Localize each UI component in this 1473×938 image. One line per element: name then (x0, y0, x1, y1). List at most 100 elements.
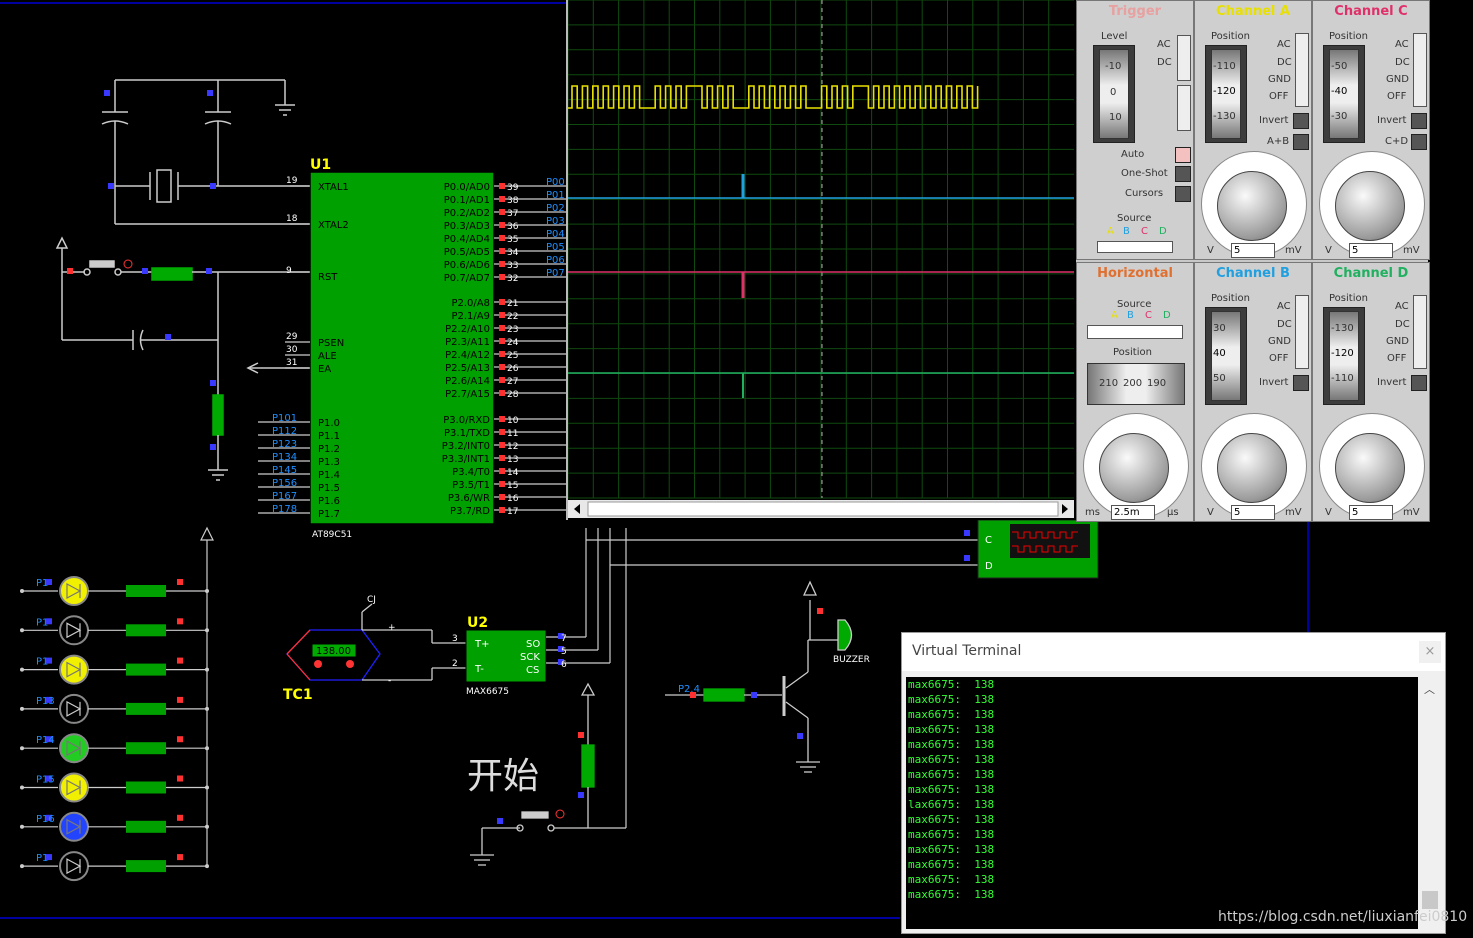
volts-div-value[interactable]: 5 (1349, 505, 1393, 520)
trigger-auto: Auto (1121, 149, 1145, 160)
virtual-terminal-window[interactable]: Virtual Terminal × max6675: 138 max6675: … (901, 632, 1446, 934)
p0-net-label: P01 (546, 190, 565, 201)
led[interactable] (59, 733, 89, 764)
led-array[interactable]: P1 P1 P1 P13 P14 P15 P16 P1 (20, 576, 209, 882)
coupling-gnd[interactable]: GND (1268, 336, 1291, 347)
terminal-titlebar[interactable]: Virtual Terminal × (902, 633, 1445, 671)
coupling-switch[interactable] (1295, 33, 1309, 107)
invert-label: Invert (1259, 115, 1289, 126)
mcu-right-pin: P3.2/INT0 (442, 441, 490, 452)
u2-pin-cs: CS (526, 665, 539, 676)
trigger-oneshot: One-Shot (1121, 168, 1168, 179)
invert-button[interactable] (1411, 113, 1427, 129)
coupling-off[interactable]: OFF (1387, 91, 1406, 102)
coupling-off[interactable]: OFF (1269, 91, 1288, 102)
coupling-ac[interactable]: AC (1277, 301, 1291, 312)
volts-div-value[interactable]: 5 (1231, 505, 1275, 520)
coupling-off[interactable]: OFF (1269, 353, 1288, 364)
channel-position-label: Position (1211, 293, 1250, 304)
thermocouple[interactable] (286, 603, 466, 681)
math-button[interactable] (1293, 134, 1309, 150)
svg-text:5: 5 (561, 647, 567, 657)
coupling-dc[interactable]: DC (1395, 319, 1410, 330)
invert-label: Invert (1377, 377, 1407, 388)
coupling-dc[interactable]: DC (1395, 57, 1410, 68)
mcu-right-pinnum: 27 (507, 377, 518, 387)
volts-div-knob[interactable] (1217, 433, 1287, 503)
coupling-gnd[interactable]: GND (1386, 74, 1409, 85)
channel-a-section[interactable]: Channel A Position -110 -120 -130 AC DC … (1194, 0, 1312, 260)
auto-button[interactable] (1175, 147, 1191, 163)
scroll-up-icon[interactable]: ︿ (1424, 681, 1435, 697)
math-button[interactable] (1411, 134, 1427, 150)
coupling-dc[interactable]: DC (1277, 319, 1292, 330)
start-label: 开始 (467, 756, 539, 797)
close-icon[interactable]: × (1419, 641, 1441, 663)
horizontal-source-slider[interactable] (1087, 325, 1183, 339)
mcu-left-pin: EA (318, 364, 331, 375)
led[interactable] (59, 851, 89, 882)
coupling-gnd[interactable]: GND (1268, 74, 1291, 85)
mcu-right-pin: P0.7/AD7 (444, 273, 490, 284)
invert-button[interactable] (1411, 375, 1427, 391)
volts-div-value[interactable]: 5 (1349, 243, 1393, 258)
terminal-line: max6675: 138 (908, 738, 995, 751)
coupling-switch[interactable] (1413, 295, 1427, 369)
mcu-left-pin: RST (318, 272, 338, 283)
channel-c-section[interactable]: Channel C Position -50 -40 -30 AC DC GND… (1312, 0, 1430, 260)
buzzer-circuit[interactable] (665, 580, 853, 773)
volts-div-knob[interactable] (1335, 433, 1405, 503)
mcu-right-pinnum: 34 (507, 248, 519, 258)
mcu-right-pin: P0.5/AD5 (444, 247, 490, 258)
invert-button[interactable] (1293, 113, 1309, 129)
trigger-edge-switch[interactable] (1177, 85, 1191, 131)
invert-label: Invert (1377, 115, 1407, 126)
coupling-ac[interactable]: AC (1277, 39, 1291, 50)
tc-plus-label: + (388, 623, 396, 633)
oscilloscope-panel[interactable]: Trigger Level -10 0 10 AC DC Auto One-Sh… (1076, 0, 1430, 522)
crystal-circuit[interactable] (101, 79, 310, 225)
logic-probe[interactable] (977, 519, 1099, 579)
oscilloscope-screen[interactable] (566, 0, 1078, 520)
trigger-ac[interactable]: AC (1157, 39, 1171, 50)
led-net-label: P1 (36, 657, 48, 668)
volts-div-value[interactable]: 5 (1231, 243, 1275, 258)
horizontal-section[interactable]: Horizontal Source A B C D Position 210 2… (1076, 262, 1194, 522)
coupling-off[interactable]: OFF (1387, 353, 1406, 364)
tc-value: 138.00 (316, 646, 351, 657)
timebase-knob[interactable] (1099, 433, 1169, 503)
trigger-source-slider[interactable] (1097, 241, 1173, 253)
coupling-gnd[interactable]: GND (1386, 336, 1409, 347)
coupling-ac[interactable]: AC (1395, 301, 1409, 312)
coupling-switch[interactable] (1295, 295, 1309, 369)
trigger-dc[interactable]: DC (1157, 57, 1172, 68)
coupling-dc[interactable]: DC (1277, 57, 1292, 68)
channel-d-section[interactable]: Channel D Position -130 -120 -110 AC DC … (1312, 262, 1430, 522)
led[interactable] (59, 576, 89, 606)
channel-b-section[interactable]: Channel B Position 30 40 50 AC DC GND OF… (1194, 262, 1312, 522)
led[interactable] (59, 772, 89, 803)
mcu-right-pinnum: 38 (507, 196, 519, 206)
mcu-right-pin: P2.1/A9 (451, 311, 490, 322)
mcu-right-pin: P3.3/INT1 (442, 454, 490, 465)
invert-button[interactable] (1293, 375, 1309, 391)
trigger-section[interactable]: Trigger Level -10 0 10 AC DC Auto One-Sh… (1076, 0, 1194, 260)
led[interactable] (59, 811, 89, 842)
oneshot-button[interactable] (1175, 166, 1191, 182)
cursors-button[interactable] (1175, 186, 1191, 202)
coupling-ac[interactable]: AC (1395, 39, 1409, 50)
scroll-thumb[interactable] (1422, 891, 1438, 909)
trigger-coupling-switch[interactable] (1177, 35, 1191, 81)
led[interactable] (59, 693, 89, 724)
trigger-cursors: Cursors (1125, 188, 1164, 199)
coupling-switch[interactable] (1413, 33, 1427, 107)
timebase-value[interactable]: 2.5m (1111, 505, 1155, 520)
mcu-right-pinnum: 15 (507, 481, 518, 491)
p0-net-label: P07 (546, 268, 565, 279)
volts-div-knob[interactable] (1217, 171, 1287, 241)
terminal-scrollbar[interactable]: ︿ (1420, 677, 1440, 929)
led[interactable] (59, 615, 89, 646)
led[interactable] (59, 654, 89, 685)
volts-div-knob[interactable] (1335, 171, 1405, 241)
terminal-output[interactable]: max6675: 138 max6675: 138 max6675: 138 max6… (906, 677, 1418, 929)
